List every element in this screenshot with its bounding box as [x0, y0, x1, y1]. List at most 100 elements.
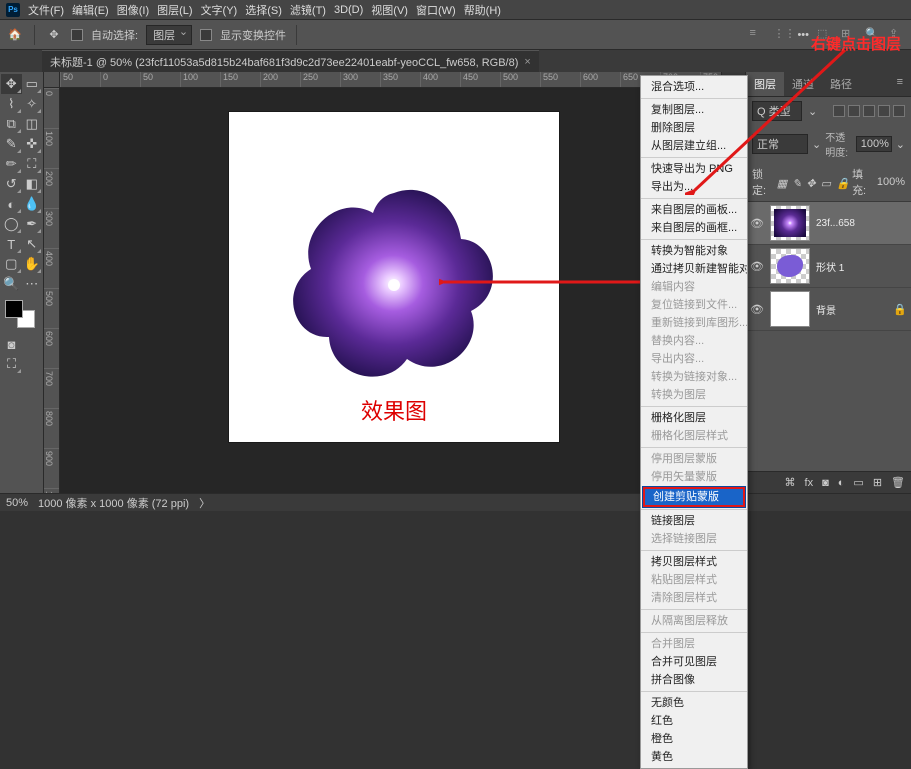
status-chevron-icon[interactable]: 〉	[199, 495, 210, 511]
auto-select-dropdown[interactable]: 图层	[146, 25, 192, 45]
context-menu-item[interactable]: 橙色	[641, 730, 747, 748]
context-menu-item[interactable]: 从图层建立组...	[641, 137, 747, 155]
edit-toolbar[interactable]: ⋯	[22, 274, 43, 294]
context-menu-item[interactable]: 合并可见图层	[641, 653, 747, 671]
pen-tool[interactable]: ✒	[22, 214, 43, 234]
path-tool[interactable]: ↖	[22, 234, 43, 254]
menu-file[interactable]: 文件(F)	[28, 2, 64, 18]
delete-layer-icon[interactable]: 🗑	[891, 476, 905, 489]
menu-window[interactable]: 窗口(W)	[416, 2, 456, 18]
layer-thumbnail[interactable]	[770, 205, 810, 241]
link-layers-icon[interactable]: ⌘	[785, 476, 796, 489]
context-menu-item[interactable]: 混合选项...	[641, 78, 747, 96]
quickmask-toggle[interactable]: ◙	[1, 334, 22, 354]
visibility-toggle[interactable]: 👁	[750, 260, 764, 273]
gradient-tool[interactable]: ◐	[1, 194, 22, 214]
context-menu-item[interactable]: 导出为...	[641, 178, 747, 196]
layer-filter-buttons[interactable]	[833, 105, 905, 117]
menu-image[interactable]: 图像(I)	[117, 2, 149, 18]
menu-edit[interactable]: 编辑(E)	[72, 2, 109, 18]
close-tab-icon[interactable]: ×	[524, 56, 530, 68]
context-menu-item[interactable]: 删除图层	[641, 119, 747, 137]
context-menu-item[interactable]: 快速导出为 PNG	[641, 160, 747, 178]
layer-row[interactable]: 👁背景🔒	[746, 288, 911, 331]
history-brush-tool[interactable]: ↺	[1, 174, 22, 194]
shape-tool[interactable]: ▢	[1, 254, 22, 274]
show-transform-checkbox[interactable]	[200, 29, 212, 41]
context-menu-item[interactable]: 栅格化图层	[641, 409, 747, 427]
visibility-toggle[interactable]: 👁	[750, 217, 764, 230]
mask-icon[interactable]: ◙	[822, 477, 829, 489]
lock-brush-icon[interactable]: ✎	[792, 177, 801, 188]
context-menu-item[interactable]: 拷贝图层样式	[641, 553, 747, 571]
magic-wand-tool[interactable]: ✧	[22, 94, 43, 114]
adjustment-icon[interactable]: ◐	[838, 477, 845, 489]
type-tool[interactable]: T	[1, 234, 22, 254]
dodge-tool[interactable]: ◯	[1, 214, 22, 234]
color-swatches[interactable]	[5, 300, 35, 328]
zoom-level[interactable]: 50%	[6, 497, 28, 509]
tab-paths[interactable]: 路径	[822, 72, 860, 96]
distribute-icon[interactable]: ⋮⋮	[773, 27, 789, 43]
lock-move-icon[interactable]: ✥	[806, 177, 815, 188]
layer-kind-select[interactable]: Q 类型	[752, 101, 802, 121]
blend-mode-select[interactable]: 正常	[752, 134, 808, 154]
visibility-toggle[interactable]: 👁	[750, 303, 764, 316]
layer-row[interactable]: 👁形状 1	[746, 245, 911, 288]
context-menu-item[interactable]: 链接图层	[641, 512, 747, 530]
context-menu-item-create-clipping-mask[interactable]: 创建剪贴蒙版	[643, 487, 745, 507]
lock-all-icon[interactable]: 🔒	[836, 177, 847, 188]
menu-view[interactable]: 视图(V)	[371, 2, 408, 18]
home-icon[interactable]: 🏠	[6, 26, 24, 44]
fx-icon[interactable]: fx	[805, 477, 814, 489]
marquee-tool[interactable]: ▭	[22, 74, 43, 94]
layer-thumbnail[interactable]	[770, 291, 810, 327]
lock-artboard-icon[interactable]: ▭	[821, 177, 831, 188]
context-menu-item[interactable]: 无颜色	[641, 694, 747, 712]
brush-tool[interactable]: ✏	[1, 154, 22, 174]
screenmode-toggle[interactable]: ⛶	[1, 354, 22, 374]
foreground-color[interactable]	[5, 300, 23, 318]
menu-layer[interactable]: 图层(L)	[157, 2, 192, 18]
context-menu-item[interactable]: 转换为智能对象	[641, 242, 747, 260]
menu-select[interactable]: 选择(S)	[245, 2, 282, 18]
context-menu-item[interactable]: 黄色	[641, 748, 747, 766]
lock-transparent-icon[interactable]: ▦	[777, 177, 787, 188]
patch-tool[interactable]: ✜	[22, 134, 43, 154]
zoom-tool[interactable]: 🔍	[1, 274, 22, 294]
hand-tool[interactable]: ✋	[22, 254, 43, 274]
menu-type[interactable]: 文字(Y)	[201, 2, 238, 18]
doc-dimensions[interactable]: 1000 像素 x 1000 像素 (72 ppi)	[38, 495, 189, 511]
fill-value[interactable]: 100%	[877, 176, 905, 188]
context-menu-item[interactable]: 来自图层的画板...	[641, 201, 747, 219]
context-menu-item[interactable]: 红色	[641, 712, 747, 730]
layer-name[interactable]: 23f...658	[816, 218, 907, 229]
context-menu-item[interactable]: 拼合图像	[641, 671, 747, 689]
document-tab[interactable]: 未标题-1 @ 50% (23fcf11053a5d815b24baf681f3…	[42, 50, 539, 73]
layer-thumbnail[interactable]	[770, 248, 810, 284]
eraser-tool[interactable]: ◧	[22, 174, 43, 194]
layer-row[interactable]: 👁 23f...658	[746, 202, 911, 245]
align-icon[interactable]: ≡	[749, 27, 765, 43]
stamp-tool[interactable]: ⛶	[22, 154, 43, 174]
ruler-origin[interactable]	[44, 72, 60, 88]
eyedropper-tool[interactable]: ✎	[1, 134, 22, 154]
menu-filter[interactable]: 滤镜(T)	[290, 2, 326, 18]
auto-select-checkbox[interactable]	[71, 29, 83, 41]
new-layer-icon[interactable]: ⊞	[873, 476, 882, 489]
opacity-input[interactable]: 100%	[856, 136, 892, 152]
group-icon[interactable]: ▭	[853, 476, 863, 489]
lasso-tool[interactable]: ⌇	[1, 94, 22, 114]
context-menu-item[interactable]: 复制图层...	[641, 101, 747, 119]
move-tool[interactable]: ✥	[1, 74, 22, 94]
tab-channels[interactable]: 通道	[784, 72, 822, 96]
ruler-vertical[interactable]: 01002003004005006007008009001000	[44, 88, 60, 493]
crop-tool[interactable]: ⧉	[1, 114, 22, 134]
frame-tool[interactable]: ◫	[22, 114, 43, 134]
menu-help[interactable]: 帮助(H)	[464, 2, 501, 18]
context-menu-item[interactable]: 来自图层的画框...	[641, 219, 747, 237]
panel-menu-icon[interactable]: ≡	[889, 72, 911, 96]
canvas[interactable]: 效果图	[229, 112, 559, 442]
blur-tool[interactable]: 💧	[22, 194, 43, 214]
context-menu-item[interactable]: 通过拷贝新建智能对象	[641, 260, 747, 278]
